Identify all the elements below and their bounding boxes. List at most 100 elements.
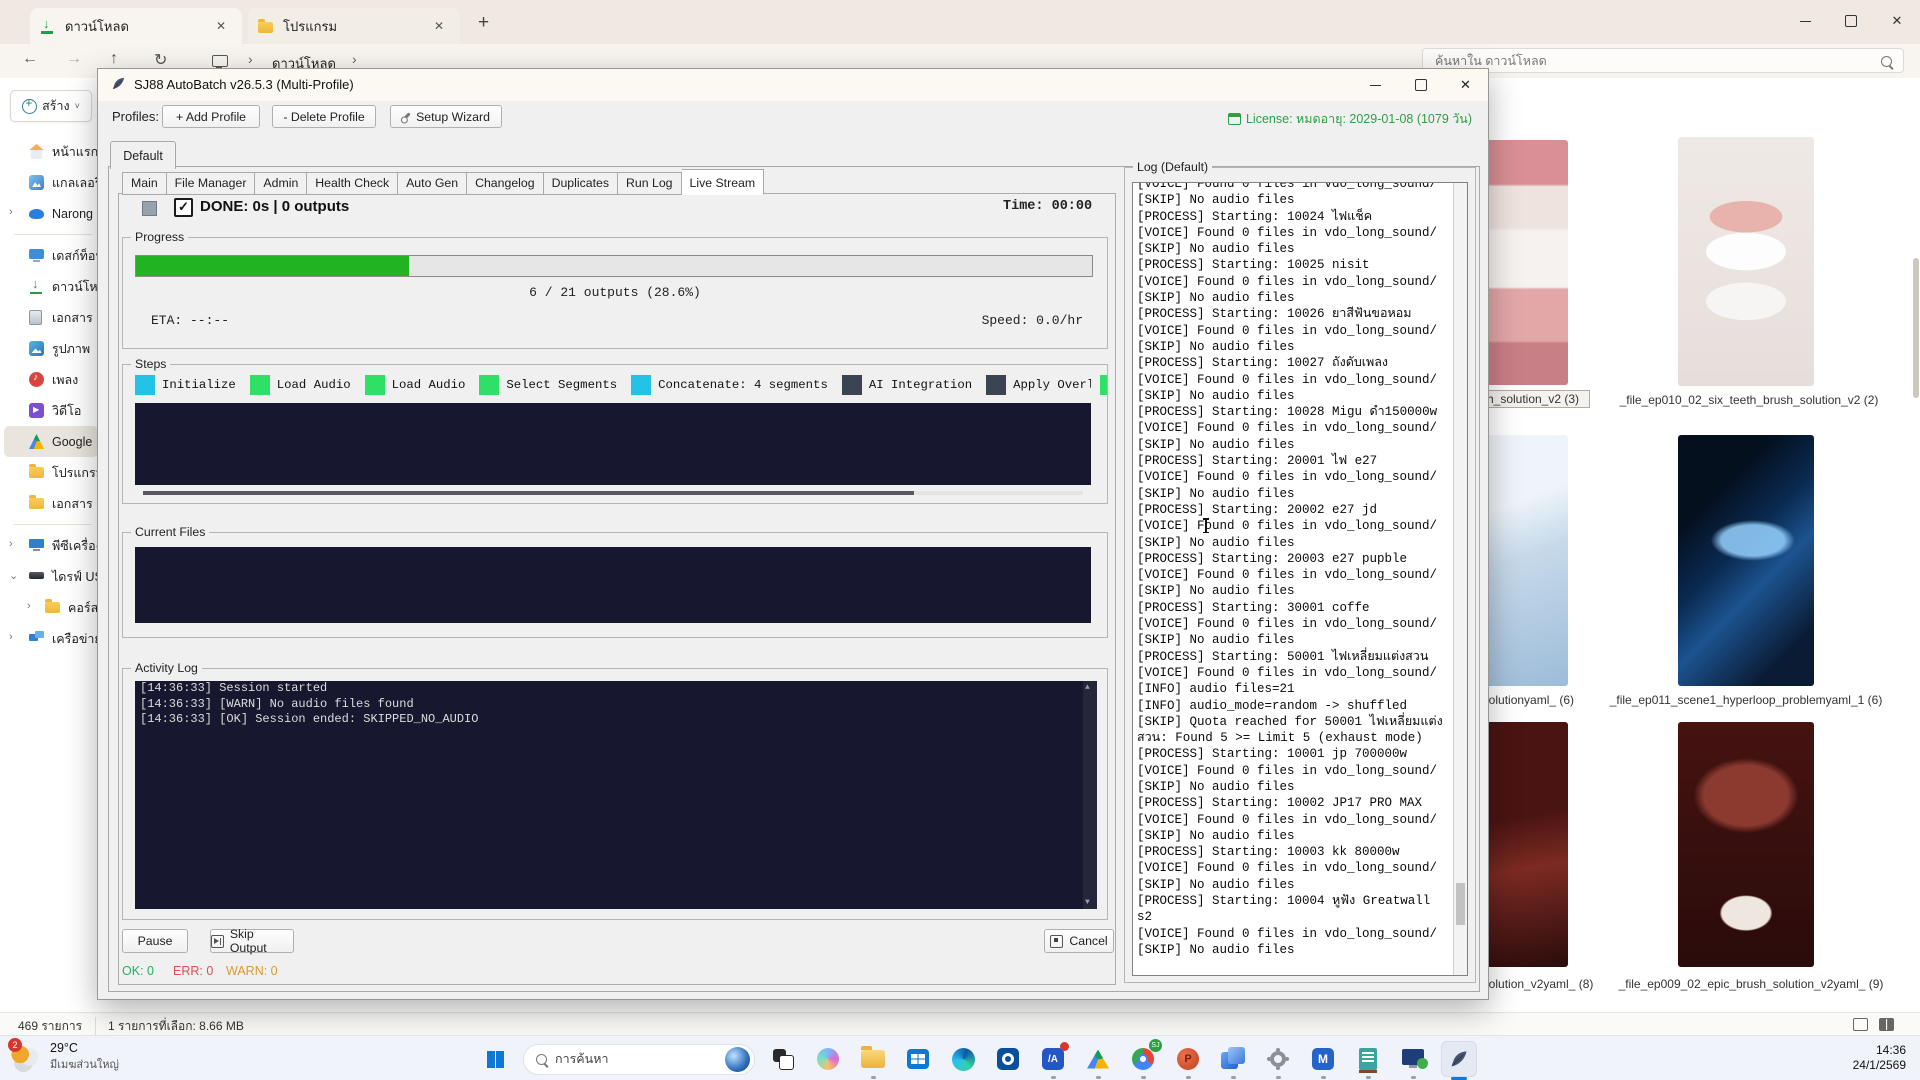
tab-run-log[interactable]: Run Log [618,172,682,195]
forward-icon[interactable]: → [66,50,82,68]
outlook-button[interactable] [991,1042,1025,1076]
tab-main[interactable]: Main [122,172,167,195]
new-tab-button[interactable]: + [478,12,489,34]
profile-tab-default[interactable]: Default [110,141,176,169]
taskbar-search[interactable]: การค้นหา [523,1044,755,1075]
remote-pc-button[interactable] [1396,1042,1430,1076]
file-caption-selected[interactable]: h_solution_v2 (3) [1476,390,1590,408]
scrollbar-thumb[interactable] [1913,258,1919,398]
tab-admin[interactable]: Admin [255,172,307,195]
sidebar-item-google-drive[interactable]: Google [4,426,98,457]
sidebar-item-downloads[interactable]: ดาวน์โหลด [0,271,100,302]
autobatch-taskbar-button[interactable] [1441,1041,1477,1077]
scrollbar-thumb[interactable] [143,491,914,495]
sidebar-item-desktop[interactable]: เดสก์ท็อป [0,240,100,271]
file-thumbnail[interactable] [1678,137,1814,386]
new-item-button[interactable]: สร้าง ˅ [10,90,92,122]
current-files-console[interactable] [135,547,1091,623]
explorer-scrollbar[interactable] [1913,168,1919,1028]
file-caption[interactable]: _file_ep011_scene1_hyperloop_problemyaml… [1596,692,1896,708]
sidebar-item-programs-folder[interactable]: โปรแกรม [0,457,100,488]
chevron-right-icon[interactable]: › [27,600,31,612]
explorer-tab-programs[interactable]: โปรแกรม ✕ [248,8,460,44]
notes-app-button[interactable] [1351,1042,1385,1076]
tab-file-manager[interactable]: File Manager [167,172,256,195]
file-thumbnail[interactable] [1678,722,1814,967]
chrome-button[interactable]: SJ [1126,1042,1160,1076]
weather-widget[interactable]: 2 29°C มีเมฆส่วนใหญ่ [10,1041,119,1073]
view-list-icon[interactable] [1853,1018,1868,1031]
tab-live-stream[interactable]: Live Stream [682,169,765,195]
steps-horizontal-scrollbar[interactable] [143,491,1083,495]
log-scrollbar[interactable] [1453,183,1467,975]
delete-profile-button[interactable]: - Delete Profile [272,105,376,128]
powerpoint-button[interactable]: P [1171,1042,1205,1076]
close-tab-icon[interactable]: ✕ [428,17,450,35]
minimize-icon[interactable] [1782,0,1828,42]
sidebar-item-usb-drive[interactable]: ⌄ไดรฟ์ US [0,561,100,592]
tab-auto-gen[interactable]: Auto Gen [398,172,467,195]
steps-console[interactable] [135,403,1091,485]
file-caption[interactable]: _solution_v2yaml_ (8) [1476,976,1606,992]
sidebar-item-home[interactable]: หน้าแรก [0,136,100,167]
file-caption[interactable]: _file_ep010_02_six_teeth_brush_solution_… [1594,392,1904,408]
tab-health-check[interactable]: Health Check [307,172,398,195]
sidebar-item-network[interactable]: ›เครือข่าย [0,623,100,654]
chevron-right-icon[interactable]: › [9,206,13,218]
store-button[interactable] [901,1042,935,1076]
cancel-button[interactable]: Cancel [1044,929,1114,953]
sidebar-item-documents[interactable]: เอกสาร [0,302,100,333]
back-icon[interactable]: ← [22,50,38,68]
log-console[interactable]: [VOICE] Found 0 files in vdo_long_sound/… [1132,182,1468,976]
pause-button[interactable]: Pause [122,929,188,953]
skip-output-button[interactable]: Skip Output [210,929,294,953]
sidebar-item-videos[interactable]: วิดีโอ [0,395,100,426]
explorer-search-input[interactable]: ค้นหาใน ดาวน์โหลด [1422,48,1904,73]
activity-log-scrollbar[interactable]: ▲ ▼ [1083,681,1097,909]
start-button[interactable] [478,1042,512,1076]
edge-button[interactable] [946,1042,980,1076]
chevron-right-icon[interactable]: › [9,631,13,643]
taskbar-clock[interactable]: 14:36 24/1/2569 [1853,1043,1906,1073]
done-checkbox[interactable]: ✓ [174,198,193,217]
windows-app-button[interactable] [1216,1042,1250,1076]
refresh-icon[interactable]: ↻ [154,50,167,70]
sidebar-item-documents-folder[interactable]: เอกสาร [0,488,100,519]
maximize-icon[interactable] [1828,0,1874,42]
view-thumbnails-icon[interactable] [1879,1018,1894,1031]
setup-wizard-button[interactable]: Setup Wizard [390,105,502,128]
tab-duplicates[interactable]: Duplicates [544,172,618,195]
sidebar-item-course-folder[interactable]: ›คอร์สตั [0,592,100,623]
chevron-down-icon[interactable]: ⌄ [9,569,18,582]
explorer-tab-downloads[interactable]: ดาวน์โหลด ✕ [30,8,242,44]
app-title-bar[interactable]: SJ88 AutoBatch v26.5.3 (Multi-Profile) ✕ [98,69,1488,101]
scroll-up-icon[interactable]: ▲ [1085,683,1090,692]
maximize-icon[interactable] [1398,69,1443,101]
scroll-down-icon[interactable]: ▼ [1085,898,1090,907]
add-profile-button[interactable]: + Add Profile [162,105,260,128]
tab-changelog[interactable]: Changelog [467,172,544,195]
sidebar-item-gallery[interactable]: แกลเลอรี [0,167,100,198]
m-app-button[interactable]: M [1306,1042,1340,1076]
file-explorer-button[interactable] [856,1042,890,1076]
google-drive-button[interactable] [1081,1042,1115,1076]
scrollbar-thumb[interactable] [1456,883,1465,925]
sidebar-item-onedrive[interactable]: ›Narong [0,198,100,229]
close-tab-icon[interactable]: ✕ [210,17,232,35]
close-icon[interactable]: ✕ [1443,69,1488,101]
chevron-right-icon[interactable]: › [9,538,13,550]
this-pc-icon[interactable] [212,55,228,67]
sidebar-item-music[interactable]: เพลง [0,364,100,395]
sidebar-item-pictures[interactable]: รูปภาพ [0,333,100,364]
stop-square-icon[interactable] [142,201,157,216]
copilot-button[interactable] [811,1042,845,1076]
file-caption[interactable]: _file_ep009_02_epic_brush_solution_v2yam… [1596,976,1906,992]
activity-log-console[interactable]: [14:36:33] Session started[14:36:33] [WA… [135,681,1097,909]
close-icon[interactable]: ✕ [1874,0,1920,42]
settings-button[interactable] [1261,1042,1295,1076]
editor-app-button[interactable]: /A [1036,1042,1070,1076]
sidebar-item-this-pc[interactable]: ›พีซีเครื่อง [0,530,100,561]
task-view-button[interactable] [766,1042,800,1076]
minimize-icon[interactable] [1353,69,1398,101]
file-thumbnail[interactable] [1678,435,1814,686]
